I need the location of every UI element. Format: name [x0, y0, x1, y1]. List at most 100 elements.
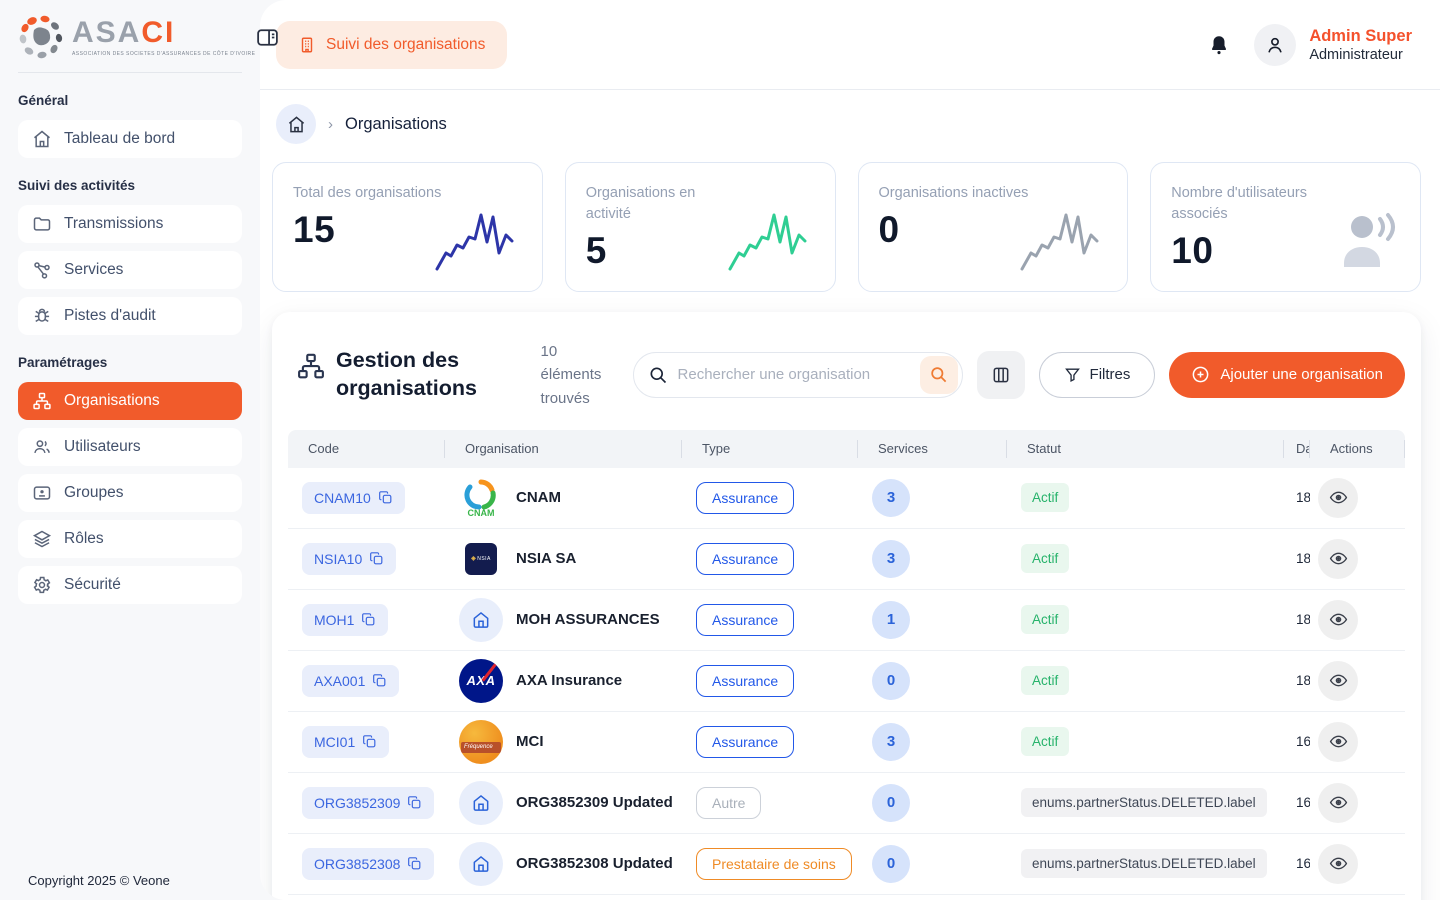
statut-cell: enums.partnerStatus.DELETED.label [1007, 788, 1284, 817]
code-badge[interactable]: NSIA10 [302, 543, 396, 575]
sidebar-item-utilisateurs[interactable]: Utilisateurs [18, 428, 242, 466]
column-header-organisation[interactable]: Organisation [445, 430, 682, 468]
sidebar-section-general: Général [18, 93, 242, 108]
column-header-type[interactable]: Type [682, 430, 858, 468]
copyright: Copyright 2025 © Veone [28, 873, 170, 888]
organisation-cell: AXAAXA Insurance [445, 659, 682, 703]
code-cell: CNAM10 [288, 482, 445, 514]
date-cell: 18 [1284, 673, 1310, 688]
sidebar-section-suivi: Suivi des activités [18, 178, 242, 193]
sidebar-item-groupes[interactable]: Groupes [18, 474, 242, 512]
column-header-statut[interactable]: Statut [1007, 430, 1284, 468]
table-row: AXA001AXAAXA InsuranceAssurance0Actif18 [288, 651, 1405, 712]
actions-cell [1310, 539, 1405, 579]
filters-button[interactable]: Filtres [1039, 352, 1156, 398]
stat-card-total: Total des organisations 15 [272, 162, 543, 292]
sidebar-item-tableau-de-bord[interactable]: Tableau de bord [18, 120, 242, 158]
sidebar-item-label: Pistes d'audit [64, 307, 156, 325]
services-count-badge: 0 [872, 662, 910, 700]
view-details-button[interactable] [1318, 722, 1358, 762]
table-row: ORG3852309ORG3852309 UpdatedAutre0enums.… [288, 773, 1405, 834]
search-submit-button[interactable] [920, 356, 958, 394]
bug-icon [32, 306, 52, 326]
column-header-code[interactable]: Code [288, 430, 445, 468]
main-content: Suivi des organisations Admin Super Admi… [260, 0, 1440, 900]
eye-icon [1329, 732, 1348, 751]
status-badge: enums.partnerStatus.DELETED.label [1021, 849, 1267, 878]
services-cell: 3 [858, 723, 1007, 761]
code-cell: NSIA10 [288, 543, 445, 575]
code-badge[interactable]: ORG3852308 [302, 848, 434, 880]
services-cell: 0 [858, 784, 1007, 822]
view-details-button[interactable] [1318, 539, 1358, 579]
brand-name: ASACI [72, 18, 255, 48]
code-cell: AXA001 [288, 665, 445, 697]
date-cell: 18 [1284, 490, 1310, 505]
breadcrumb-current[interactable]: Organisations [345, 115, 447, 134]
notifications-button[interactable] [1208, 33, 1230, 57]
stat-card-actives: Organisations en activité 5 [565, 162, 836, 292]
status-badge: Actif [1021, 544, 1069, 573]
code-badge[interactable]: MCI01 [302, 726, 389, 758]
code-text: NSIA10 [314, 551, 362, 567]
view-details-button[interactable] [1318, 844, 1358, 884]
cnam-logo: CNAM [460, 477, 502, 519]
column-header-date[interactable]: Da [1284, 430, 1310, 468]
search-bar [633, 352, 963, 398]
add-organisation-button[interactable]: Ajouter une organisation [1169, 352, 1405, 398]
home-icon [287, 115, 306, 134]
sidebar-item-securite[interactable]: Sécurité [18, 566, 242, 604]
actions-cell [1310, 844, 1405, 884]
actions-cell [1310, 783, 1405, 823]
date-cell: 16 [1284, 856, 1310, 871]
sidebar-item-label: Organisations [64, 392, 160, 410]
filter-funnel-icon [1064, 366, 1081, 383]
view-details-button[interactable] [1318, 478, 1358, 518]
code-badge[interactable]: CNAM10 [302, 482, 405, 514]
column-header-services[interactable]: Services [858, 430, 1007, 468]
date-text: 16 [1296, 795, 1310, 810]
view-details-button[interactable] [1318, 783, 1358, 823]
type-badge: Autre [696, 787, 761, 819]
stat-card-users: Nombre d'utilisateurs associés 10 [1150, 162, 1421, 292]
sidebar-item-roles[interactable]: Rôles [18, 520, 242, 558]
copy-icon [372, 673, 387, 688]
breadcrumb-home-button[interactable] [276, 104, 316, 144]
services-count-badge: 0 [872, 845, 910, 883]
statut-cell: Actif [1007, 605, 1284, 634]
status-badge: Actif [1021, 483, 1069, 512]
results-count: 10 éléments trouvés [541, 340, 619, 410]
actions-cell [1310, 722, 1405, 762]
sidebar-item-label: Services [64, 261, 123, 279]
date-text: 18 [1296, 673, 1310, 688]
home-icon [471, 854, 491, 874]
type-cell: Assurance [682, 665, 858, 697]
type-badge: Assurance [696, 543, 794, 575]
sidebar-item-pistes-audit[interactable]: Pistes d'audit [18, 297, 242, 335]
sitemap-icon [296, 351, 326, 381]
code-badge[interactable]: ORG3852309 [302, 787, 434, 819]
status-badge: Actif [1021, 605, 1069, 634]
table-row: MOH1MOH ASSURANCESAssurance1Actif18 [288, 590, 1405, 651]
sidebar-collapse-button[interactable] [255, 25, 280, 50]
services-cell: 3 [858, 540, 1007, 578]
sidebar-item-services[interactable]: Services [18, 251, 242, 289]
code-badge[interactable]: MOH1 [302, 604, 388, 636]
view-details-button[interactable] [1318, 600, 1358, 640]
panel-toggle-icon [255, 25, 280, 50]
sidebar-item-transmissions[interactable]: Transmissions [18, 205, 242, 243]
sidebar-item-label: Transmissions [64, 215, 163, 233]
code-badge[interactable]: AXA001 [302, 665, 399, 697]
stat-label: Nombre d'utilisateurs associés [1171, 183, 1321, 225]
stat-label: Total des organisations [293, 183, 443, 204]
date-text: 18 [1296, 490, 1310, 505]
columns-toggle-button[interactable] [977, 351, 1025, 399]
user-menu[interactable]: Admin Super Administrateur [1254, 24, 1412, 66]
search-input[interactable] [633, 352, 963, 398]
home-icon [471, 793, 491, 813]
building-icon [298, 36, 316, 54]
context-pill-button[interactable]: Suivi des organisations [276, 21, 507, 69]
type-cell: Assurance [682, 726, 858, 758]
view-details-button[interactable] [1318, 661, 1358, 701]
sidebar-item-organisations[interactable]: Organisations [18, 382, 242, 420]
